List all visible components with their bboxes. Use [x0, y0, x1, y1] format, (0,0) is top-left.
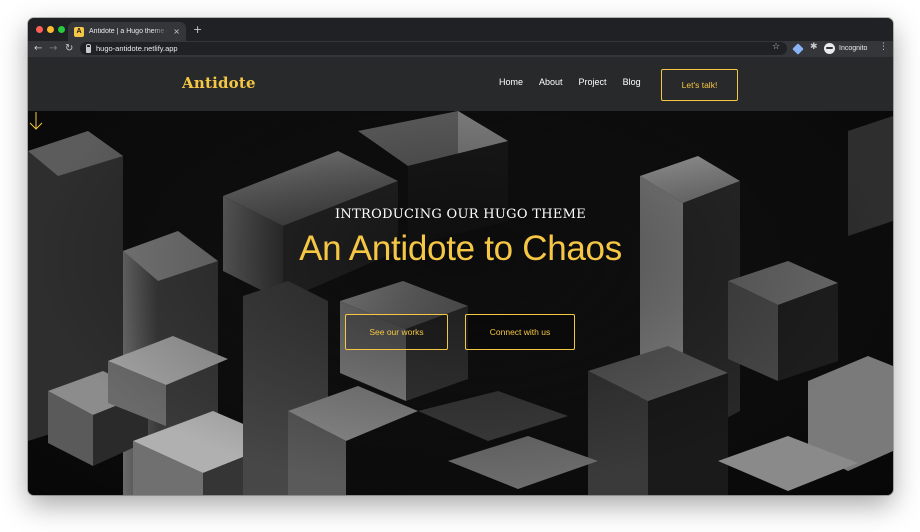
nav-link-blog[interactable]: Blog — [623, 77, 641, 87]
main-nav: Home About Project Blog — [499, 77, 657, 87]
nav-link-home[interactable]: Home — [499, 77, 523, 87]
minimize-window-button[interactable] — [47, 26, 54, 33]
hero-headline: An Antidote to Chaos — [299, 229, 622, 268]
extensions-puzzle-icon[interactable]: ✱ — [810, 42, 818, 52]
see-our-works-button[interactable]: See our works — [345, 314, 448, 350]
lets-talk-button[interactable]: Let's talk! — [661, 69, 738, 101]
browser-window: A Antidote | a Hugo theme crafted × + ← … — [28, 18, 893, 495]
hero-overlay — [28, 111, 893, 495]
address-bar[interactable]: hugo-antidote.netlify.app — [80, 42, 787, 55]
site-header: Antidote Home About Project Blog Let's t… — [28, 57, 893, 111]
connect-with-us-button[interactable]: Connect with us — [465, 314, 575, 350]
incognito-label: Incognito — [839, 45, 868, 52]
arrow-down-icon[interactable] — [28, 111, 44, 131]
url-text[interactable]: hugo-antidote.netlify.app — [96, 44, 178, 53]
bookmark-star-icon[interactable]: ☆ — [772, 42, 780, 52]
kebab-menu-icon[interactable]: ⋮ — [879, 42, 888, 52]
site-logo[interactable]: Antidote — [182, 74, 256, 92]
new-tab-icon[interactable]: + — [193, 23, 202, 36]
lock-icon[interactable] — [86, 43, 91, 53]
incognito-icon — [824, 43, 835, 54]
incognito-profile[interactable]: Incognito — [824, 43, 867, 54]
hero-section: INTRODUCING OUR HUGO THEME An Antidote t… — [28, 111, 893, 495]
nav-link-about[interactable]: About — [539, 77, 563, 87]
forward-arrow-icon[interactable]: → — [49, 42, 57, 56]
tab-title: Antidote | a Hugo theme crafted — [89, 28, 169, 35]
close-window-button[interactable] — [36, 26, 43, 33]
tab-close-icon[interactable]: × — [173, 27, 180, 36]
browser-tab[interactable]: A Antidote | a Hugo theme crafted × — [68, 22, 186, 41]
maximize-window-button[interactable] — [58, 26, 65, 33]
browser-toolbar: ← → ↻ hugo-antidote.netlify.app ☆ ✱ Inco… — [28, 41, 893, 57]
site-favicon-icon: A — [74, 26, 84, 37]
hero-eyebrow: INTRODUCING OUR HUGO THEME — [334, 207, 587, 222]
extension-gem-icon[interactable] — [792, 43, 804, 55]
nav-link-project[interactable]: Project — [579, 77, 607, 87]
reload-icon[interactable]: ↻ — [65, 42, 73, 56]
tab-strip: A Antidote | a Hugo theme crafted × + — [28, 18, 893, 41]
back-arrow-icon[interactable]: ← — [34, 42, 42, 56]
